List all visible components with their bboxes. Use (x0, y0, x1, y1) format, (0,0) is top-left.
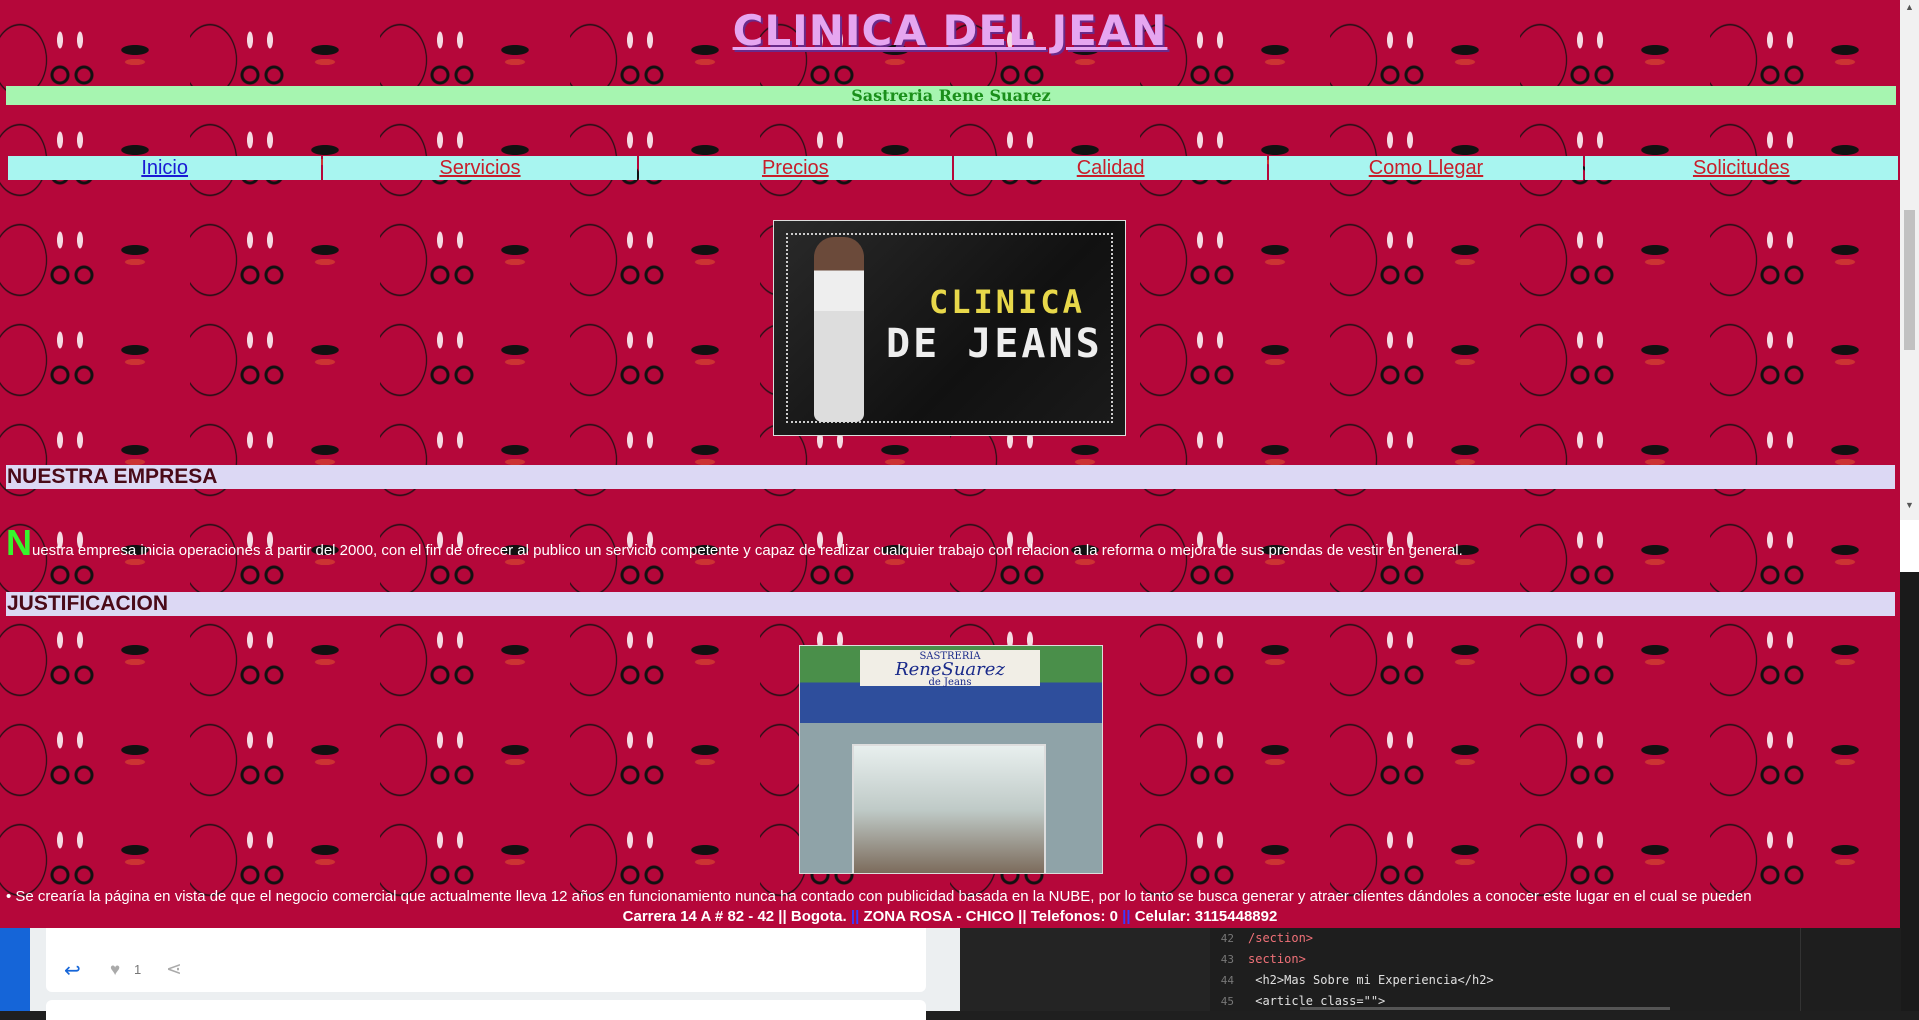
nav-precios[interactable]: Precios (638, 156, 952, 180)
background-window-edge (1900, 520, 1919, 572)
intro-text: uestra empresa inicia operaciones a part… (32, 542, 1463, 559)
justification-text: • Se crearía la página en vista de que e… (6, 888, 1752, 905)
editor-side-panel (1800, 928, 1901, 1011)
intro-paragraph: Nuestra empresa inicia operaciones a par… (6, 522, 1896, 564)
shop-window (852, 744, 1046, 873)
logo-text-line2: DE JEANS (886, 321, 1103, 367)
code-editor[interactable]: 42/section> 43 section> 44 <h2>Mas Sobre … (1210, 928, 1800, 1011)
nav-como-llegar[interactable]: Como Llegar (1269, 156, 1583, 180)
editor-scrollbar[interactable] (1300, 1007, 1670, 1010)
footer-address: Carrera 14 A # 82 - 42 || Bogota. (622, 908, 847, 925)
model-figure (814, 237, 864, 422)
site-title: CLINICA DEL JEAN (732, 6, 1168, 55)
feed-accent-bar (0, 928, 30, 1011)
shop-sign-name: ReneSuarez (895, 659, 1005, 680)
background-dark-panel (960, 928, 1210, 1011)
clinica-de-jeans-image: CLINICA DE JEANS (773, 220, 1126, 436)
subtitle-bar: Sastreria Rene Suarez (6, 86, 1896, 105)
shop-sign: SASTRERIA ReneSuarez de Jeans (860, 650, 1040, 688)
background-feed-panel: ↩ ♥ 1 ⋖ (0, 928, 960, 1020)
page-scrollbar[interactable]: ▲ ▼ (1900, 0, 1919, 520)
shop-sign-side: de Jeans (928, 677, 972, 688)
code-line: 42/section> (1220, 931, 1314, 945)
code-line: 43 section> (1220, 952, 1306, 966)
reply-icon[interactable]: ↩ (64, 958, 81, 983)
shop-front-image: SASTRERIA ReneSuarez de Jeans (799, 645, 1103, 874)
drop-cap: N (6, 522, 32, 563)
share-icon[interactable]: ⋖ (166, 958, 182, 981)
footer-zone: ZONA ROSA - CHICO || Telefonos: 0 (863, 908, 1118, 925)
nav-inicio[interactable]: Inicio (8, 156, 322, 180)
post-card: ↩ ♥ 1 ⋖ (46, 928, 926, 992)
scrollbar-thumb[interactable] (1904, 210, 1915, 350)
section-heading-justificacion: JUSTIFICACION (6, 592, 1895, 616)
footer-separator: || (850, 908, 860, 925)
scroll-down-icon[interactable]: ▼ (1904, 500, 1915, 510)
webpage-viewport: CLINICA DEL JEAN Sastreria Rene Suarez I… (0, 0, 1900, 928)
main-nav: Inicio Servicios Precios Calidad Como Ll… (8, 156, 1900, 180)
scroll-up-icon[interactable]: ▲ (1904, 2, 1915, 12)
nav-solicitudes[interactable]: Solicitudes (1584, 156, 1898, 180)
post-card (46, 1000, 926, 1020)
footer-cell: Celular: 3115448892 (1134, 908, 1278, 925)
section-heading-empresa: NUESTRA EMPRESA (6, 465, 1895, 489)
footer-separator: || (1122, 908, 1131, 925)
footer-bar: Carrera 14 A # 82 - 42 || Bogota. || ZON… (0, 906, 1900, 928)
code-line: 44 <h2>Mas Sobre mi Experiencia</h2> (1220, 973, 1494, 987)
logo-text-line1: CLINICA (929, 283, 1085, 321)
like-count: 1 (134, 962, 142, 977)
heart-icon[interactable]: ♥ (110, 960, 120, 980)
nav-servicios[interactable]: Servicios (323, 156, 637, 180)
nav-calidad[interactable]: Calidad (953, 156, 1268, 180)
background-window-edge (1900, 572, 1919, 1011)
